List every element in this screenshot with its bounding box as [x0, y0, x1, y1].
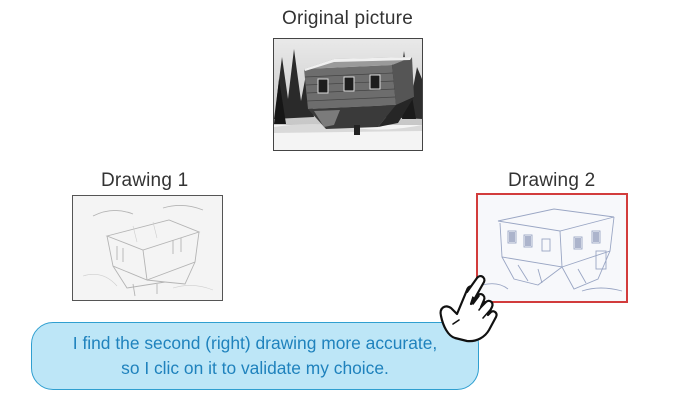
- speech-bubble: I find the second (right) drawing more a…: [31, 322, 479, 390]
- hand-pointer-icon: [433, 274, 505, 346]
- drawing-2-label: Drawing 2: [508, 170, 596, 191]
- speech-bubble-line-1: I find the second (right) drawing more a…: [72, 333, 438, 353]
- original-photo-image: [274, 39, 422, 150]
- drawing-1[interactable]: [72, 195, 223, 301]
- drawing-1-label: Drawing 1: [101, 170, 189, 191]
- original-picture: [273, 38, 423, 151]
- drawing-1-sketch-image: [73, 196, 222, 300]
- original-picture-label: Original picture: [282, 8, 413, 29]
- speech-bubble-line-2: so I clic on it to validate my choice.: [121, 358, 389, 378]
